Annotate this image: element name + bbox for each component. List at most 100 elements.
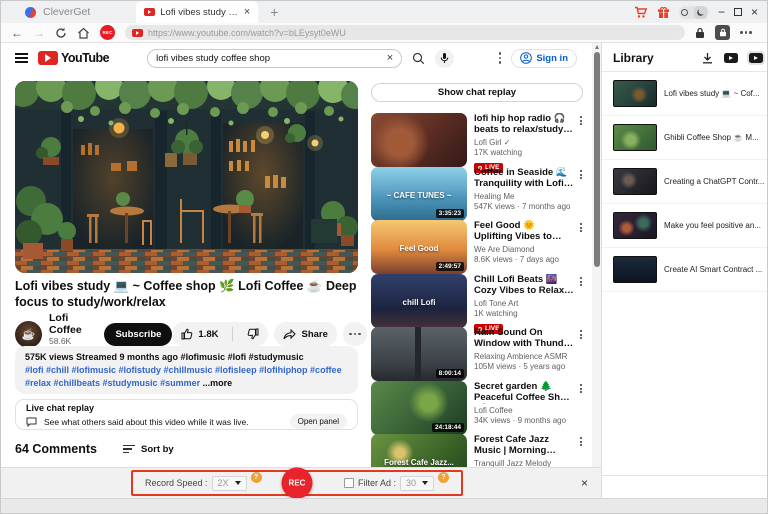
recorded-library-icon[interactable]: [747, 51, 765, 65]
more-actions-button[interactable]: [343, 322, 367, 346]
kebab-menu-icon[interactable]: [578, 275, 584, 288]
recommended-video[interactable]: lofi hip hop radio 🎧 beats to relax/stud…: [371, 113, 584, 167]
app-name: CleverGet: [43, 6, 90, 18]
app-window: CleverGet Lofi vibes study 💻 ~ × + − × ←: [0, 0, 768, 514]
recommended-video[interactable]: 24:18:44 Secret garden 🌲 Peaceful Coffee…: [371, 381, 584, 435]
kebab-menu-icon[interactable]: [578, 435, 584, 448]
like-button[interactable]: 1.8K: [172, 322, 227, 346]
recommended-video[interactable]: ~ CAFE TUNES ~ 3:35:23 Coffee in Seaside…: [371, 167, 584, 221]
download-icon[interactable]: [700, 50, 715, 66]
voice-search-button[interactable]: [435, 49, 454, 68]
open-panel-button[interactable]: Open panel: [290, 414, 347, 429]
theme-toggle[interactable]: [679, 6, 709, 19]
youtube-logo[interactable]: YouTube: [38, 51, 109, 65]
more-link[interactable]: ...more: [203, 378, 233, 388]
browser-tab[interactable]: Lofi vibes study 💻 ~ ×: [136, 1, 258, 23]
youtube-favicon-icon: [144, 8, 155, 16]
search-input[interactable]: lofi vibes study coffee shop ×: [147, 49, 402, 68]
kebab-menu-icon[interactable]: [578, 221, 584, 234]
library-list: Lofi vibes study 💻 ~ Cof... × Ghibli Cof…: [602, 72, 768, 292]
minimize-button[interactable]: −: [718, 6, 725, 18]
toolbar-menu-icon[interactable]: [740, 31, 752, 34]
video-player[interactable]: [15, 81, 358, 273]
lock-icon[interactable]: [695, 27, 705, 39]
sort-by-button[interactable]: Sort by: [123, 444, 174, 455]
thumbs-up-icon: [181, 328, 193, 340]
tab-close-icon[interactable]: ×: [244, 6, 250, 18]
share-button[interactable]: Share: [274, 322, 336, 346]
sort-icon: [123, 445, 135, 454]
forward-button[interactable]: →: [33, 27, 45, 39]
clear-search-icon[interactable]: ×: [387, 52, 393, 64]
video-title: Lofi vibes study 💻 ~ Coffee shop 🌿 Lofi …: [15, 279, 360, 310]
subscribe-button[interactable]: Subscribe: [104, 323, 172, 346]
library-thumbnail: [613, 168, 657, 195]
close-record-bar-icon[interactable]: ×: [581, 477, 588, 489]
youtube-header: YouTube lofi vibes study coffee shop × S…: [1, 43, 601, 73]
library-item[interactable]: Make you feel positive an... ×: [602, 204, 768, 248]
youtube-page: YouTube lofi vibes study coffee shop × S…: [1, 43, 601, 498]
library-item[interactable]: Create AI Smart Contract ... ×: [602, 248, 768, 292]
record-speed-select[interactable]: 2X: [212, 476, 247, 491]
maximize-button[interactable]: [734, 8, 742, 16]
video-thumbnail[interactable]: [371, 113, 467, 167]
scrollbar-thumb[interactable]: [594, 52, 600, 267]
library-thumbnail: [613, 80, 657, 107]
moon-icon: [694, 6, 707, 19]
scroll-up-arrow[interactable]: [595, 45, 599, 49]
recommended-video[interactable]: 8:00:14 Rain Sound On Window with Thunde…: [371, 327, 584, 381]
back-button[interactable]: ←: [11, 27, 23, 39]
extension-lock-icon[interactable]: [715, 25, 730, 40]
reload-button[interactable]: [55, 27, 67, 39]
dislike-button[interactable]: [238, 322, 268, 346]
home-button[interactable]: [77, 27, 90, 39]
hashtags[interactable]: #lofi #chill #lofimusic #lofistudy #chil…: [25, 365, 342, 388]
library-item[interactable]: Lofi vibes study 💻 ~ Cof... ×: [602, 72, 768, 116]
duration-badge: 2:49:57: [436, 262, 464, 271]
record-controls-group: Record Speed : 2X ? REC Filter Ad : 30: [131, 470, 463, 496]
live-chat-title: Live chat replay: [26, 403, 347, 413]
video-library-icon[interactable]: [722, 51, 740, 65]
video-thumbnail[interactable]: 8:00:14: [371, 327, 467, 381]
kebab-menu-icon[interactable]: [578, 168, 584, 181]
status-bar: [1, 498, 767, 514]
cart-icon[interactable]: [634, 6, 648, 19]
thumbs-down-icon: [247, 328, 259, 340]
kebab-menu-icon[interactable]: [578, 114, 584, 127]
chevron-down-icon: [422, 481, 428, 485]
sun-icon: [681, 9, 688, 16]
show-chat-replay-button[interactable]: Show chat replay: [371, 83, 583, 102]
description-box[interactable]: 575K views Streamed 9 months ago #lofimu…: [15, 346, 358, 394]
close-window-button[interactable]: ×: [751, 6, 758, 18]
video-thumbnail[interactable]: ~ CAFE TUNES ~ 3:35:23: [371, 167, 467, 221]
gift-icon[interactable]: [657, 6, 670, 19]
rec-toolbar-icon[interactable]: REC: [100, 25, 115, 40]
duration-badge: 24:18:44: [432, 423, 464, 432]
video-thumbnail[interactable]: Feel Good 2:49:57: [371, 220, 467, 274]
channel-avatar[interactable]: ☕: [15, 321, 42, 348]
menu-icon[interactable]: [15, 53, 28, 62]
page-scrollbar[interactable]: [592, 43, 601, 498]
record-speed-help-icon[interactable]: ?: [251, 472, 262, 483]
filter-ad-checkbox[interactable]: [344, 478, 354, 488]
browser-toolbar: ← → REC https://www.youtube.com/watch?v=…: [1, 23, 767, 43]
filter-ad-select[interactable]: 30: [400, 476, 434, 491]
search-button[interactable]: [412, 52, 425, 65]
header-menu-icon[interactable]: [499, 52, 502, 64]
sign-in-button[interactable]: Sign in: [511, 49, 577, 68]
new-tab-button[interactable]: +: [270, 4, 278, 20]
video-stats: 575K views Streamed 9 months ago #lofimu…: [25, 352, 348, 362]
video-thumbnail[interactable]: 24:18:44: [371, 381, 467, 435]
filter-ad-help-icon[interactable]: ?: [438, 472, 449, 483]
channel-name[interactable]: Lofi Coffee: [49, 312, 92, 336]
kebab-menu-icon[interactable]: [578, 382, 584, 395]
rec-button[interactable]: REC: [282, 468, 313, 499]
recommended-video[interactable]: chill Lofi Chill Lofi Beats 🌆 Cozy Vibes…: [371, 274, 584, 328]
youtube-play-icon: [38, 51, 58, 65]
kebab-menu-icon[interactable]: [578, 328, 584, 341]
library-item[interactable]: Ghibli Coffee Shop ☕ M... ×: [602, 116, 768, 160]
library-item[interactable]: Creating a ChatGPT Contr... ×: [602, 160, 768, 204]
address-bar[interactable]: https://www.youtube.com/watch?v=bLEysyt0…: [125, 25, 685, 40]
video-thumbnail[interactable]: chill Lofi: [371, 274, 467, 328]
recommended-video[interactable]: Feel Good 2:49:57 Feel Good 🌞 Uplifting …: [371, 220, 584, 274]
